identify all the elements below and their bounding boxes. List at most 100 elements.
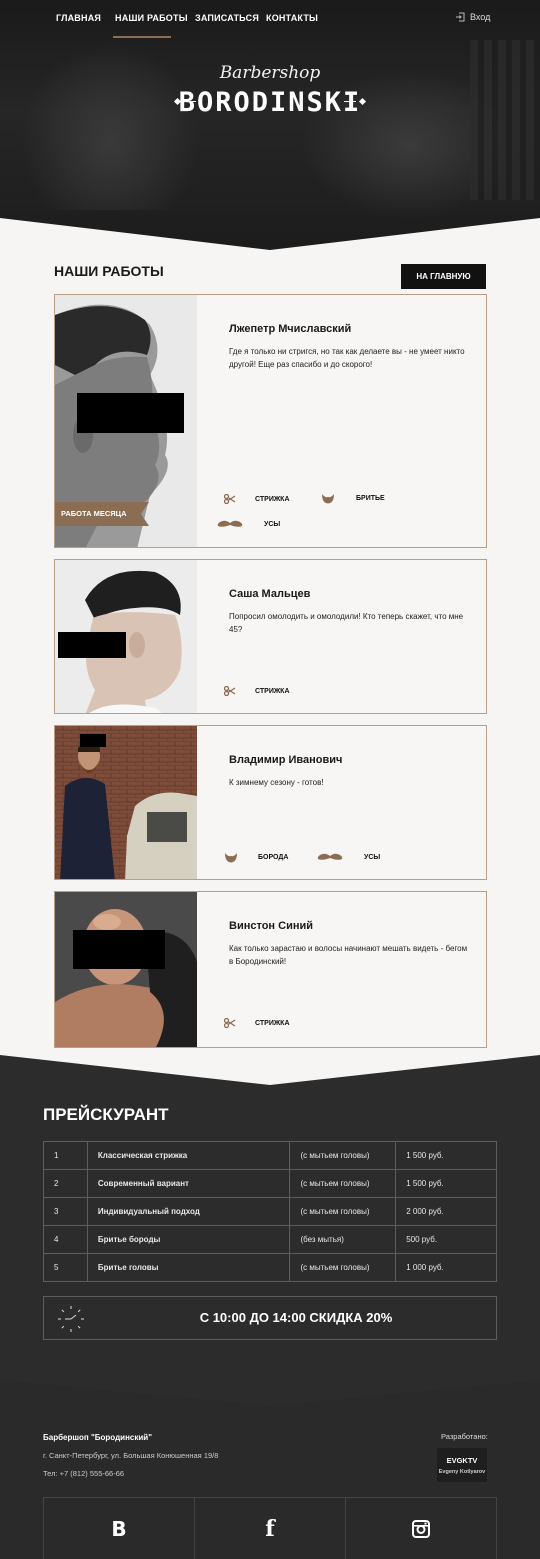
row-number: 1 <box>43 1141 88 1170</box>
footer-address: г. Санкт-Петербург, ул. Большая Конюшенн… <box>43 1451 219 1460</box>
redaction-bar <box>58 632 126 658</box>
portrait-bearded-man-car <box>55 726 197 879</box>
price-top-chevron <box>0 1055 540 1085</box>
badge-ribbon-tail <box>141 502 149 526</box>
row-number: 5 <box>43 1253 88 1282</box>
logo-main-text: BORODINSKI <box>178 87 362 118</box>
table-row: 4 Бритье бороды (без мытья) 500 руб. <box>43 1225 497 1254</box>
facebook-link[interactable]: f <box>195 1497 346 1559</box>
price-title: ПРЕЙСКУРАНТ <box>43 1105 169 1124</box>
service-label: УСЫ <box>264 520 281 528</box>
mustache-icon <box>217 520 243 527</box>
table-row: 2 Современный вариант (с мытьем головы) … <box>43 1169 497 1198</box>
mustache-icon <box>317 853 343 860</box>
logo-left-dash <box>184 101 196 102</box>
work-photo <box>55 560 197 713</box>
service-label: СТРИЖКА <box>255 495 290 503</box>
login-icon <box>456 12 465 22</box>
service-price: 1 500 руб. <box>395 1169 497 1198</box>
main-nav: ГЛАВНАЯ НАШИ РАБОТЫ ЗАПИСАТЬСЯ КОНТАКТЫ … <box>0 0 540 40</box>
row-number: 3 <box>43 1197 88 1226</box>
footer-top-chevron <box>0 1380 540 1406</box>
client-name: Винстон Синий <box>229 920 314 932</box>
redaction-bar <box>77 393 184 433</box>
home-button[interactable]: НА ГЛАВНУЮ <box>401 264 486 289</box>
footer-company: Барбершоп "Бородинский" <box>43 1433 152 1442</box>
service-shave: БРИТЬЕ <box>321 493 385 504</box>
scissors-icon <box>224 494 236 504</box>
discount-banner: С 10:00 ДО 14:00 СКИДКА 20% <box>43 1296 497 1340</box>
developer-name: EVGKTV <box>446 1456 478 1465</box>
logo-script-text: Barbershop <box>219 63 321 83</box>
work-photo <box>55 726 197 879</box>
work-card: РАБОТА МЕСЯЦА Лжепетр Мчиславский Где я … <box>54 294 487 548</box>
client-name: Лжепетр Мчиславский <box>229 323 352 335</box>
instagram-link[interactable] <box>346 1497 497 1559</box>
service-name: Индивидуальный подход <box>86 1197 291 1226</box>
redaction-bar <box>73 930 165 969</box>
service-mustache: УСЫ <box>217 519 280 529</box>
service-label: СТРИЖКА <box>255 1019 290 1027</box>
service-price: 500 руб. <box>395 1225 497 1254</box>
beard-icon <box>225 853 237 863</box>
nav-item-contacts[interactable]: КОНТАКТЫ <box>266 13 318 23</box>
discount-text: С 10:00 ДО 14:00 СКИДКА 20% <box>199 1310 393 1325</box>
service-label: БРИТЬЕ <box>356 495 385 502</box>
table-row: 3 Индивидуальный подход (с мытьем головы… <box>43 1197 497 1226</box>
service-note: (с мытьем головы) <box>289 1169 397 1198</box>
footer-phone[interactable]: Тел: +7 (812) 555-66-66 <box>43 1469 124 1478</box>
service-name: Бритье головы <box>86 1253 291 1282</box>
table-row: 5 Бритье головы (с мытьем головы) 1 000 … <box>43 1253 497 1282</box>
developer-fullname: Evgeny Kotlyarov <box>438 1469 486 1475</box>
client-name: Саша Мальцев <box>229 588 311 600</box>
work-of-month-badge: РАБОТА МЕСЯЦА <box>55 502 141 526</box>
works-title: НАШИ РАБОТЫ <box>54 263 164 279</box>
client-name: Владимир Иванович <box>229 754 343 766</box>
service-haircut: СТРИЖКА <box>224 686 290 696</box>
row-number: 4 <box>43 1225 88 1254</box>
client-review: К зимнему сезону - готов! <box>229 778 324 787</box>
service-note: (с мытьем головы) <box>289 1197 397 1226</box>
service-mustache: УСЫ <box>317 852 380 862</box>
login-label: Вход <box>470 12 491 22</box>
service-haircut: СТРИЖКА <box>224 494 290 504</box>
nav-item-signup[interactable]: ЗАПИСАТЬСЯ <box>195 13 259 23</box>
developer-logo[interactable]: EVGKTV Evgeny Kotlyarov <box>437 1448 487 1482</box>
service-price: 1 000 руб. <box>395 1253 497 1282</box>
login-link[interactable]: Вход <box>456 12 490 22</box>
service-note: (с мытьем головы) <box>289 1141 397 1170</box>
client-review: Как только зарастаю и волосы начинают ме… <box>229 944 468 966</box>
work-photo <box>55 892 197 1047</box>
nav-item-works[interactable]: НАШИ РАБОТЫ <box>115 13 188 23</box>
work-card: Саша Мальцев Попросил омолодить и омолод… <box>54 559 487 714</box>
service-price: 2 000 руб. <box>395 1197 497 1226</box>
nav-item-home[interactable]: ГЛАВНАЯ <box>56 13 101 23</box>
service-price: 1 500 руб. <box>395 1141 497 1170</box>
work-photo: РАБОТА МЕСЯЦА <box>55 295 197 547</box>
hero-bottom-chevron <box>0 218 540 250</box>
service-label: УСЫ <box>364 853 381 861</box>
scissors-icon <box>224 686 236 696</box>
logo-right-dash <box>344 101 356 102</box>
facebook-icon: f <box>265 1515 275 1542</box>
portrait-bald-man <box>55 892 197 1047</box>
service-label: БОРОДА <box>258 854 289 861</box>
vk-link[interactable]: B <box>43 1497 195 1559</box>
scissors-icon <box>224 1018 236 1028</box>
redaction-bar <box>80 734 106 747</box>
service-name: Бритье бороды <box>86 1225 291 1254</box>
service-note: (без мытья) <box>289 1225 397 1254</box>
social-links: B f <box>43 1497 497 1559</box>
service-beard: БОРОДА <box>224 852 288 863</box>
service-note: (с мытьем головы) <box>289 1253 397 1282</box>
instagram-icon <box>412 1519 430 1538</box>
beard-icon <box>322 494 334 504</box>
client-review: Где я только ни стригся, но так как дела… <box>229 347 465 369</box>
vk-icon: B <box>111 1516 127 1541</box>
nav-active-indicator <box>113 36 171 38</box>
service-name: Современный вариант <box>86 1169 291 1198</box>
client-review: Попросил омолодить и омолодили! Кто тепе… <box>229 612 464 634</box>
developed-by-label: Разработано: <box>441 1432 488 1441</box>
work-card: Винстон Синий Как только зарастаю и воло… <box>54 891 487 1048</box>
price-table: 1 Классическая стрижка (с мытьем головы)… <box>43 1141 497 1282</box>
